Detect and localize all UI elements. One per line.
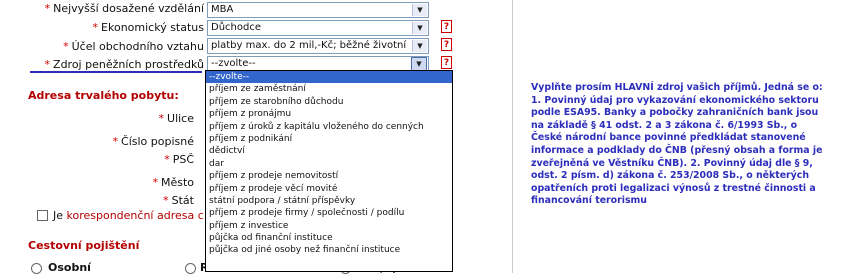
dropdown-option[interactable]: půjčka od finanční instituce xyxy=(206,232,452,244)
business-purpose-select[interactable]: platby max. do 2 mil,-Kč; běžné životní … xyxy=(207,38,429,54)
help-icon[interactable]: ? xyxy=(441,38,452,51)
dropdown-option[interactable]: příjem ze zaměstnání xyxy=(206,83,452,95)
label-country: * Stát xyxy=(163,194,194,207)
dropdown-option[interactable]: příjem z prodeje věcí movité xyxy=(206,183,452,195)
dropdown-option[interactable]: příjem z prodeje firmy / společnosti / p… xyxy=(206,207,452,219)
label-house-number: * Číslo popisné xyxy=(112,135,194,148)
dropdown-option[interactable]: půjčka od jiné osoby než finanční instit… xyxy=(206,244,452,256)
funds-source-dropdown-list[interactable]: --zvolte-- příjem ze zaměstnání příjem z… xyxy=(205,70,453,272)
info-help-text: Vyplňte prosím HLAVNÍ zdroj vašich příjm… xyxy=(531,82,823,207)
education-select[interactable]: MBA ▼ xyxy=(207,2,429,18)
dropdown-option[interactable]: dědictví xyxy=(206,145,452,157)
dropdown-option[interactable]: příjem z podnikání xyxy=(206,133,452,145)
chevron-down-icon[interactable]: ▼ xyxy=(412,40,427,52)
radio-personal-label: Osobní xyxy=(48,261,91,274)
radio-family[interactable] xyxy=(185,263,196,274)
help-icon[interactable]: ? xyxy=(441,56,452,69)
chevron-down-icon[interactable]: ▼ xyxy=(412,22,427,34)
help-icon[interactable]: ? xyxy=(441,20,452,33)
label-economic-status: * Ekonomický status xyxy=(92,21,204,34)
dropdown-option[interactable]: příjem z pronájmu xyxy=(206,108,452,120)
insurance-section-title: Cestovní pojištění xyxy=(28,239,140,252)
label-street: * Ulice xyxy=(158,112,194,125)
correspondence-checkbox[interactable] xyxy=(37,210,48,221)
label-zip: * PSČ xyxy=(164,153,194,166)
label-education: * Nejvyšší dosažené vzdělání xyxy=(44,2,204,15)
dropdown-option[interactable]: státní podpora / státní příspěvky xyxy=(206,195,452,207)
label-city: * Město xyxy=(152,176,194,189)
dropdown-option[interactable]: příjem z úroků z kapitálu vloženého do c… xyxy=(206,121,452,133)
dropdown-option[interactable]: příjem z investice xyxy=(206,220,452,232)
address-section-title: Adresa trvalého pobytu: xyxy=(28,89,179,102)
radio-personal[interactable] xyxy=(31,263,42,274)
label-funds-source: * Zdroj peněžních prostředků xyxy=(44,58,204,71)
dropdown-option[interactable]: příjem z prodeje nemovitostí xyxy=(206,170,452,182)
active-field-underline xyxy=(30,71,202,73)
label-business-purpose: * Účel obchodního vztahu xyxy=(63,40,204,53)
chevron-down-icon[interactable]: ▼ xyxy=(412,4,427,16)
dropdown-option[interactable]: --zvolte-- xyxy=(206,71,452,84)
dropdown-option[interactable]: dar xyxy=(206,158,452,170)
economic-status-select[interactable]: Důchodce ▼ xyxy=(207,20,429,36)
correspondence-link[interactable]: korespondenční adresa c xyxy=(67,209,204,222)
dropdown-option[interactable]: příjem ze starobního důchodu xyxy=(206,96,452,108)
column-divider xyxy=(512,0,513,273)
correspondence-label: Je korespondenční adresa c xyxy=(53,209,204,222)
